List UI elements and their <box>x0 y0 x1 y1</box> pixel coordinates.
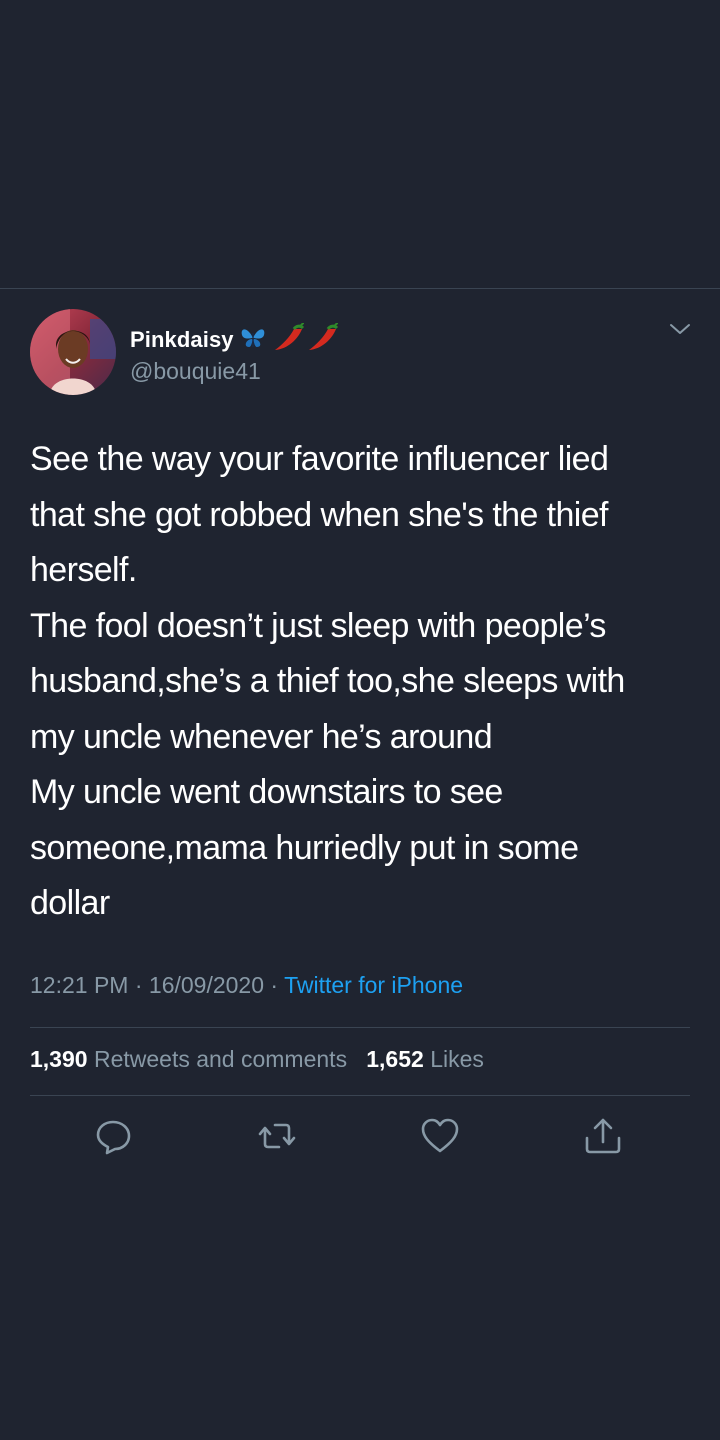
tweet-date: 16/09/2020 <box>148 972 265 998</box>
likes-label: Likes <box>430 1046 484 1072</box>
divider <box>30 1095 690 1096</box>
retweets-count: 1,390 <box>30 1046 88 1072</box>
top-empty-area <box>0 0 720 288</box>
tweet-text-line: my uncle whenever he’s around <box>30 717 493 756</box>
tweet-source-link[interactable]: Twitter for iPhone <box>284 972 463 998</box>
tweet-text-line: dollar <box>30 884 110 922</box>
retweets-label: Retweets and comments <box>93 1046 348 1072</box>
user-handle[interactable]: @bouquie41 <box>130 358 340 385</box>
retweets-stat[interactable]: 1,390 Retweets and comments <box>30 1046 353 1072</box>
tweet-text-line: that she got robbed when she's the thief <box>30 495 609 534</box>
tweet-text-line: husband,she’s a thief too,she sleeps wit… <box>30 662 625 700</box>
tweet-text-line: See the way your favorite influencer lie… <box>30 440 609 478</box>
butterfly-icon <box>240 327 266 354</box>
chili-pepper-icon <box>306 321 340 358</box>
tweet-text-line: The fool doesn’t just sleep with people’… <box>30 606 606 645</box>
display-name[interactable]: Pinkdaisy <box>130 327 234 353</box>
tweet-header: Pinkdaisy @bouquie41 <box>0 289 720 399</box>
meta-separator: · <box>270 972 279 998</box>
like-icon[interactable] <box>420 1116 460 1156</box>
divider <box>30 1027 690 1028</box>
meta-separator: · <box>134 972 143 998</box>
chevron-down-icon[interactable] <box>668 317 692 341</box>
reply-icon[interactable] <box>93 1116 133 1156</box>
tweet-text: See the way your favorite influencer lie… <box>30 432 690 932</box>
retweet-icon[interactable] <box>257 1116 297 1156</box>
tweet-time: 12:21 PM <box>30 972 129 998</box>
tweet-actions <box>0 1116 720 1156</box>
tweet-text-line: herself. <box>30 551 137 589</box>
tweet-detail-screen: Pinkdaisy @bouquie41 See the way your fa… <box>0 0 720 1440</box>
likes-count: 1,652 <box>366 1046 424 1072</box>
share-icon[interactable] <box>583 1116 623 1156</box>
tweet-stats: 1,390 Retweets and comments 1,652 Likes <box>30 1046 484 1073</box>
tweet-text-line: My uncle went downstairs to see <box>30 773 503 811</box>
chili-pepper-icon <box>272 321 306 358</box>
avatar[interactable] <box>30 309 116 395</box>
likes-stat[interactable]: 1,652 Likes <box>366 1046 484 1072</box>
tweet-text-line: someone,mama hurriedly put in some <box>30 828 579 867</box>
user-names: Pinkdaisy @bouquie41 <box>130 321 340 385</box>
tweet-meta: 12:21 PM · 16/09/2020 · Twitter for iPho… <box>30 972 463 999</box>
